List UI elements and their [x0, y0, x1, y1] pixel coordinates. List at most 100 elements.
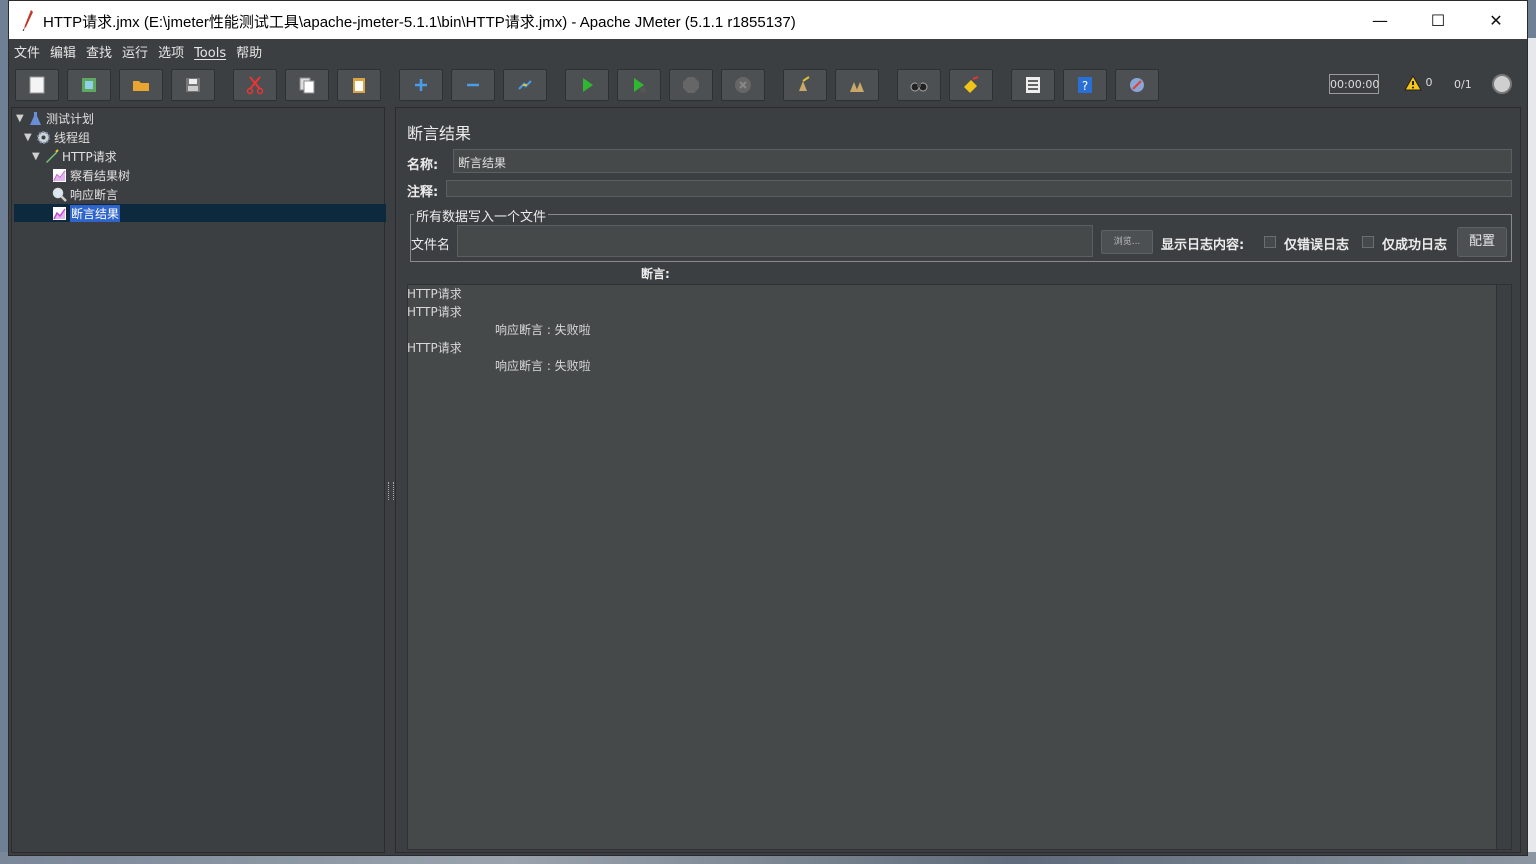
shutdown-icon: [735, 77, 751, 93]
elapsed-timer: 00:00:00: [1329, 74, 1379, 94]
copy-button[interactable]: [285, 69, 329, 101]
cut-icon: [246, 76, 264, 95]
paste-icon: [353, 78, 365, 93]
browse-button[interactable]: 浏览...: [1101, 230, 1153, 254]
menu-options[interactable]: 选项: [153, 39, 189, 61]
result-assertion[interactable]: 响应断言 : 失败啦: [495, 357, 591, 374]
write-to-file-title: 所有数据写入一个文件: [414, 206, 549, 225]
tree-item-label: 测试计划: [46, 111, 95, 126]
expand-toggle-icon[interactable]: ▼: [24, 132, 36, 143]
write-to-file-group: 所有数据写入一个文件 文件名 浏览... 显示日志内容: 仅错误日志 仅成功日志…: [410, 206, 1512, 262]
filename-label: 文件名: [411, 238, 451, 253]
new-icon: [29, 76, 45, 94]
minimize-button[interactable]: —: [1351, 1, 1409, 39]
shutdown-button[interactable]: [721, 69, 765, 101]
gear-icon: [37, 130, 50, 144]
window-title: HTTP请求.jmx (E:\jmeter性能测试工具\apache-jmete…: [43, 14, 796, 31]
templates-button[interactable]: [67, 69, 111, 101]
tree-item-thread-group[interactable]: ▼ 线程组: [24, 128, 90, 146]
results-scrollbar[interactable]: [1496, 285, 1511, 849]
save-icon: [186, 78, 200, 92]
start-no-pause-icon: [634, 78, 646, 93]
result-sample[interactable]: HTTP请求: [407, 339, 462, 356]
start-button[interactable]: [565, 69, 609, 101]
collapse-icon: [467, 83, 479, 87]
toolbar: ? 00:00:00 0 0/1: [9, 63, 1527, 105]
assertion-results-tree[interactable]: HTTP请求 HTTP请求 响应断言 : 失败啦 HTTP请求 响应断言 : 失…: [407, 284, 1512, 850]
open-icon: [133, 81, 149, 91]
new-button[interactable]: [15, 69, 59, 101]
menu-file[interactable]: 文件: [9, 39, 45, 61]
menu-run[interactable]: 运行: [117, 39, 153, 61]
function-helper-icon: [1026, 77, 1040, 93]
collapse-all-button[interactable]: [451, 69, 495, 101]
search-button[interactable]: [897, 69, 941, 101]
toggle-button[interactable]: [503, 69, 547, 101]
errors-only-checkbox[interactable]: [1264, 236, 1276, 248]
test-plan-tree: ▼ 测试计划 ▼ 线程组 ▼ HTTP请求 察看结果树 响应断言 断言结果: [11, 107, 386, 853]
help-icon: ?: [1078, 77, 1092, 93]
toggle-icon: [518, 80, 532, 90]
remote-icon: [1130, 78, 1144, 92]
pane-splitter[interactable]: [386, 107, 394, 853]
assertion-column-header: 断言:: [641, 267, 670, 281]
menu-search[interactable]: 查找: [81, 39, 117, 61]
log-display-label: 显示日志内容:: [1161, 238, 1245, 253]
expand-all-button[interactable]: [399, 69, 443, 101]
tree-item-label: 断言结果: [70, 204, 121, 222]
menu-bar: 文件 编辑 查找 运行 选项 Tools 帮助: [9, 39, 1527, 61]
cut-button[interactable]: [233, 69, 277, 101]
clear-all-button[interactable]: [835, 69, 879, 101]
save-button[interactable]: [171, 69, 215, 101]
warnings-indicator[interactable]: 0: [1404, 74, 1433, 91]
stop-button[interactable]: [669, 69, 713, 101]
tree-item-label: HTTP请求: [62, 149, 117, 164]
start-icon: [583, 78, 593, 92]
menu-help[interactable]: 帮助: [231, 39, 267, 61]
magnifier-icon: [52, 187, 67, 202]
result-assertion[interactable]: 响应断言 : 失败啦: [495, 321, 591, 338]
errors-only-label: 仅错误日志: [1284, 238, 1350, 253]
assertion-results-panel: 断言结果 名称: 断言结果 注释: 所有数据写入一个文件 文件名 浏览... 显…: [395, 107, 1521, 853]
menu-tools[interactable]: Tools: [189, 43, 231, 61]
expand-toggle-icon[interactable]: ▼: [16, 113, 28, 124]
maximize-button[interactable]: ☐: [1409, 1, 1467, 39]
start-no-pause-button[interactable]: [617, 69, 661, 101]
clear-button[interactable]: [783, 69, 827, 101]
warning-icon: [1404, 74, 1422, 91]
clear-icon: [799, 76, 810, 91]
close-button[interactable]: ✕: [1467, 1, 1525, 39]
reset-search-icon: [964, 76, 979, 93]
chart-icon: [53, 206, 66, 220]
search-icon: [910, 82, 928, 92]
menu-edit[interactable]: 编辑: [45, 39, 81, 61]
paste-button[interactable]: [337, 69, 381, 101]
function-helper-button[interactable]: [1011, 69, 1055, 101]
remote-button[interactable]: [1115, 69, 1159, 101]
flask-icon: [30, 111, 41, 125]
tree-item-response-assertion[interactable]: 响应断言: [52, 185, 118, 203]
help-button[interactable]: ?: [1063, 69, 1107, 101]
title-bar: HTTP请求.jmx (E:\jmeter性能测试工具\apache-jmete…: [9, 1, 1527, 39]
expand-toggle-icon[interactable]: ▼: [32, 151, 44, 162]
filename-field[interactable]: [457, 225, 1093, 257]
tree-item-assertion-results[interactable]: 断言结果: [52, 204, 121, 222]
result-sample[interactable]: HTTP请求: [407, 285, 462, 302]
tree-item-http-request[interactable]: ▼ HTTP请求: [32, 147, 117, 165]
configure-button[interactable]: 配置: [1457, 227, 1507, 257]
clear-all-icon: [850, 82, 864, 92]
reset-search-button[interactable]: [949, 69, 993, 101]
tree-item-test-plan[interactable]: ▼ 测试计划: [16, 109, 94, 127]
open-button[interactable]: [119, 69, 163, 101]
comment-field[interactable]: [446, 180, 1512, 197]
name-field[interactable]: 断言结果: [453, 149, 1512, 173]
name-label: 名称:: [407, 158, 439, 173]
result-sample[interactable]: HTTP请求: [407, 303, 462, 320]
jmeter-feather-icon: [22, 10, 33, 31]
splitter-grip-icon[interactable]: [388, 482, 394, 500]
panel-title: 断言结果: [407, 124, 472, 143]
success-only-checkbox[interactable]: [1362, 236, 1374, 248]
copy-icon: [299, 77, 315, 94]
tree-item-view-results-tree[interactable]: 察看结果树: [52, 166, 130, 184]
expand-icon: [415, 79, 427, 91]
